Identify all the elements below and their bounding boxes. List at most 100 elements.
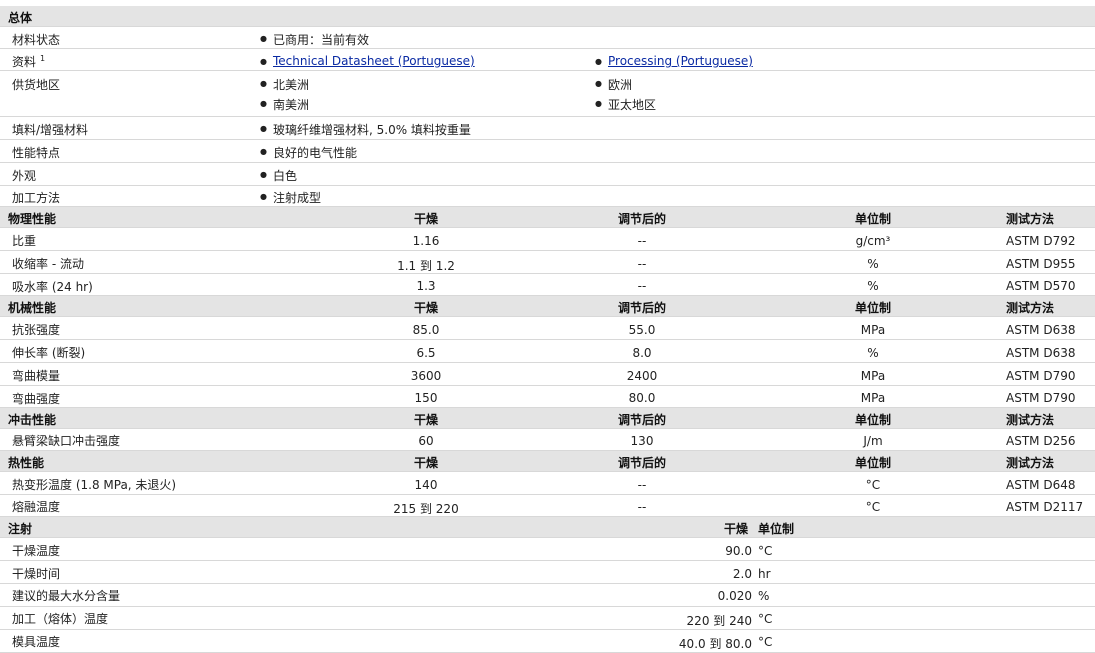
col-header-unit: 单位制 [758, 522, 795, 536]
row-features: 性能特点 良好的电气性能 [0, 140, 1095, 163]
section-header-physical: 物理性能 干燥 调节后的 单位制 测试方法 [0, 207, 1095, 228]
col-header-dry: 干燥 [413, 212, 438, 226]
row-appearance: 外观 白色 [0, 163, 1095, 186]
row-filler: 填料/增强材料 玻璃纤维增强材料, 5.0% 填料按重量 [0, 117, 1095, 140]
doc-link-item: Processing (Portuguese) [595, 54, 753, 68]
table-row: 干燥时间 2.0 hr [0, 561, 1095, 584]
section-title: 注射 [8, 522, 33, 536]
region-item: 北美洲 [260, 76, 309, 93]
property-name: 建议的最大水分含量 [12, 589, 121, 603]
section-header-impact: 冲击性能 干燥 调节后的 单位制 测试方法 [0, 408, 1095, 429]
unit-value: hr [758, 567, 771, 581]
property-name: 热变形温度 (1.8 MPa, 未退火) [12, 478, 177, 492]
conditioned-value: 55.0 [628, 323, 656, 337]
table-row: 加工（熔体）温度 220 到 240 °C [0, 607, 1095, 630]
row-material-status: 材料状态 已商用：当前有效 [0, 27, 1095, 49]
dry-value: 60 [418, 434, 434, 448]
row-label: 外观 [12, 169, 37, 183]
test-method: ASTM D790 [1006, 369, 1076, 383]
section-title: 机械性能 [8, 301, 57, 315]
conditioned-value: -- [637, 257, 647, 271]
col-header-conditioned: 调节后的 [617, 301, 666, 315]
col-header-unit: 单位制 [854, 301, 891, 315]
table-row: 抗张强度 85.0 55.0 MPa ASTM D638 [0, 317, 1095, 340]
dry-value: 6.5 [416, 346, 436, 360]
col-header-dry: 干燥 [413, 456, 438, 470]
row-label: 性能特点 [12, 146, 61, 160]
property-name: 收缩率 - 流动 [12, 257, 84, 271]
table-row: 伸长率 (断裂) 6.5 8.0 % ASTM D638 [0, 340, 1095, 363]
section-title: 物理性能 [8, 212, 57, 226]
dry-value: 90.0 [725, 544, 752, 558]
property-name: 模具温度 [12, 635, 61, 649]
table-row: 干燥温度 90.0 °C [0, 538, 1095, 561]
dry-value: 140 [414, 478, 438, 492]
technical-datasheet-link[interactable]: Technical Datasheet (Portuguese) [273, 54, 475, 68]
test-method: ASTM D955 [1006, 257, 1076, 271]
section-header-thermal: 热性能 干燥 调节后的 单位制 测试方法 [0, 451, 1095, 472]
test-method: ASTM D2117 [1006, 500, 1084, 514]
property-name: 弯曲模量 [12, 369, 61, 383]
dry-value: 1.16 [412, 234, 440, 248]
table-row: 悬臂梁缺口冲击强度 60 130 J/m ASTM D256 [0, 429, 1095, 451]
features-value: 良好的电气性能 [260, 144, 357, 161]
table-row: 弯曲模量 3600 2400 MPa ASTM D790 [0, 363, 1095, 386]
property-name: 伸长率 (断裂) [12, 346, 86, 360]
unit-value: MPa [860, 323, 886, 337]
property-name: 熔融温度 [12, 500, 61, 514]
unit-value: % [758, 589, 770, 603]
property-name: 吸水率 (24 hr) [12, 280, 93, 294]
region-item: 南美洲 [260, 96, 309, 113]
property-name: 悬臂梁缺口冲击强度 [12, 434, 121, 448]
col-header-dry: 干燥 [413, 301, 438, 315]
table-row: 收缩率 - 流动 1.1 到 1.2 -- % ASTM D955 [0, 251, 1095, 274]
table-row: 熔融温度 215 到 220 -- °C ASTM D2117 [0, 495, 1095, 517]
doc-link-item: Technical Datasheet (Portuguese) [260, 54, 475, 68]
dry-value: 0.020 [717, 589, 752, 603]
dry-value: 3600 [410, 369, 442, 383]
col-header-unit: 单位制 [854, 413, 891, 427]
col-header-method: 测试方法 [1006, 456, 1055, 470]
test-method: ASTM D570 [1006, 279, 1076, 293]
col-header-conditioned: 调节后的 [617, 413, 666, 427]
row-documents: 资料1 Technical Datasheet (Portuguese) Pro… [0, 49, 1095, 71]
dry-value: 2.0 [732, 567, 752, 581]
test-method: ASTM D638 [1006, 323, 1076, 337]
unit-value: °C [865, 478, 881, 492]
property-name: 加工（熔体）温度 [12, 612, 109, 626]
unit-value: % [867, 279, 879, 293]
filler-value: 玻璃纤维增强材料, 5.0% 填料按重量 [260, 121, 471, 138]
row-label: 填料/增强材料 [12, 123, 89, 137]
conditioned-value: 130 [630, 434, 654, 448]
dry-value: 220 到 240 [686, 614, 752, 628]
unit-value: % [867, 257, 879, 271]
col-header-conditioned: 调节后的 [617, 212, 666, 226]
section-title: 热性能 [8, 456, 45, 470]
conditioned-value: -- [637, 478, 647, 492]
section-header-mechanical: 机械性能 干燥 调节后的 单位制 测试方法 [0, 296, 1095, 317]
processing-link[interactable]: Processing (Portuguese) [608, 54, 753, 68]
row-label: 资料 1 [12, 53, 45, 70]
region-item: 欧洲 [595, 76, 632, 93]
footnote-marker: 1 [40, 54, 46, 63]
property-name: 比重 [12, 234, 37, 248]
row-label: 加工方法 [12, 191, 61, 205]
status-value: 已商用：当前有效 [260, 31, 369, 48]
conditioned-value: -- [637, 500, 647, 514]
section-title: 冲击性能 [8, 413, 57, 427]
unit-value: J/m [863, 434, 883, 448]
row-supply-regions: 供货地区 北美洲 欧洲 南美洲 亚太地区 [0, 71, 1095, 117]
table-row: 吸水率 (24 hr) 1.3 -- % ASTM D570 [0, 274, 1095, 296]
table-row: 比重 1.16 -- g/cm³ ASTM D792 [0, 228, 1095, 251]
unit-value: °C [758, 635, 773, 649]
conditioned-value: 2400 [626, 369, 658, 383]
section-header-overview: 总体 [0, 6, 1095, 27]
unit-value: MPa [860, 369, 886, 383]
col-header-method: 测试方法 [1006, 212, 1055, 226]
region-item: 亚太地区 [595, 96, 656, 113]
col-header-method: 测试方法 [1006, 413, 1055, 427]
process-value: 注射成型 [260, 189, 321, 206]
col-header-dry: 干燥 [724, 522, 749, 536]
unit-value: g/cm³ [855, 234, 891, 248]
conditioned-value: 8.0 [632, 346, 652, 360]
